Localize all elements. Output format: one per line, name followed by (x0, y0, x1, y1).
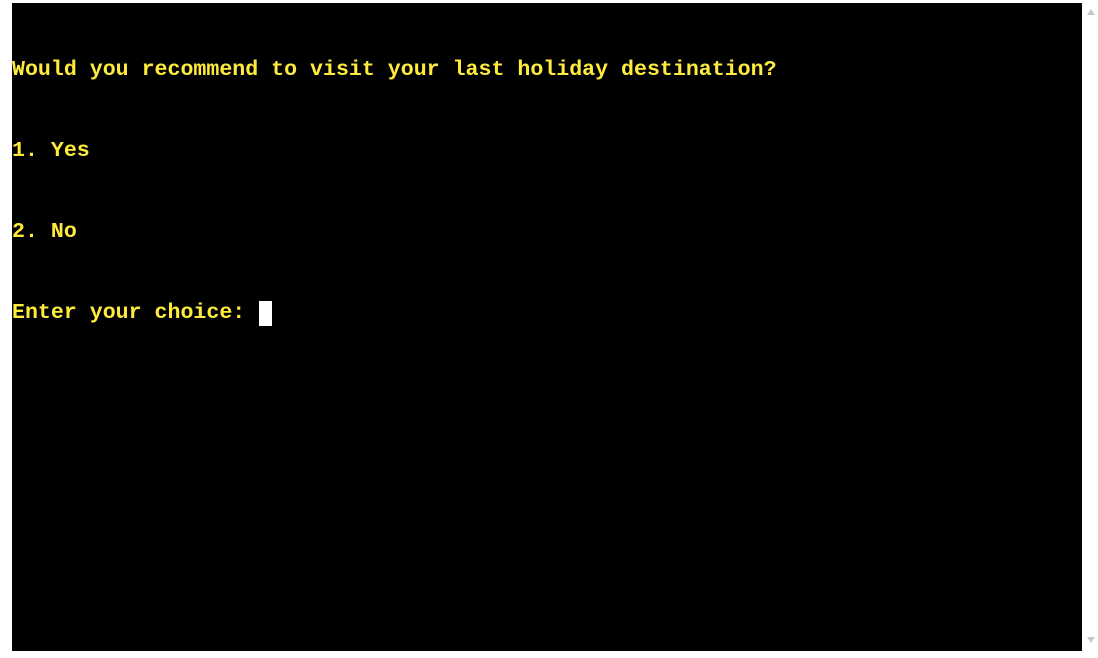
terminal-output: Would you recommend to visit your last h… (12, 3, 1082, 381)
option-yes-line: 1. Yes (12, 139, 90, 163)
scroll-up-arrow-icon[interactable] (1087, 9, 1095, 15)
scroll-down-arrow-icon[interactable] (1087, 637, 1095, 643)
vertical-scrollbar[interactable] (1084, 3, 1098, 651)
terminal-window[interactable]: Would you recommend to visit your last h… (12, 3, 1082, 651)
option-no-line: 2. No (12, 220, 77, 244)
text-cursor (259, 301, 273, 326)
prompt-label: Enter your choice: (12, 301, 259, 325)
input-prompt-line[interactable]: Enter your choice: (12, 300, 1082, 327)
question-line: Would you recommend to visit your last h… (12, 58, 777, 82)
